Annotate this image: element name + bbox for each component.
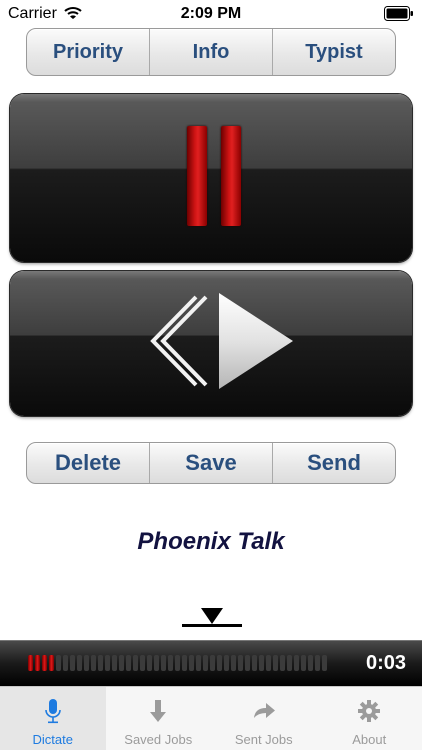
meter-segment — [294, 655, 299, 671]
meter-segment — [77, 655, 82, 671]
recording-meter: 0:03 — [0, 640, 422, 686]
save-button[interactable]: Save — [150, 443, 273, 483]
tab-label: Saved Jobs — [124, 732, 193, 747]
meter-segment — [175, 655, 180, 671]
meter-segment — [98, 655, 103, 671]
gear-icon — [358, 700, 381, 722]
bottom-segmented-control: Delete Save Send — [26, 442, 396, 484]
meter-segment — [119, 655, 124, 671]
meter-segment — [35, 655, 40, 671]
meter-segment — [70, 655, 75, 671]
download-arrow-icon — [150, 700, 167, 722]
meter-segment — [147, 655, 152, 671]
meter-segment — [210, 655, 215, 671]
pause-button[interactable] — [10, 94, 412, 262]
meter-segment — [182, 655, 187, 671]
tab-about[interactable]: About — [317, 687, 422, 750]
level-meter — [28, 655, 327, 671]
meter-segment — [252, 655, 257, 671]
status-bar: Carrier 2:09 PM — [0, 0, 422, 28]
meter-segment — [259, 655, 264, 671]
meter-segment — [140, 655, 145, 671]
meter-segment — [224, 655, 229, 671]
meter-segment — [28, 655, 33, 671]
meter-segment — [126, 655, 131, 671]
meter-segment — [133, 655, 138, 671]
tab-label: About — [352, 732, 387, 747]
meter-segment — [322, 655, 327, 671]
meter-segment — [84, 655, 89, 671]
tab-sent-jobs[interactable]: Sent Jobs — [211, 687, 317, 750]
info-button[interactable]: Info — [150, 29, 273, 75]
meter-segment — [189, 655, 194, 671]
meter-segment — [63, 655, 68, 671]
meter-segment — [154, 655, 159, 671]
typist-button[interactable]: Typist — [273, 29, 395, 75]
send-button[interactable]: Send — [273, 443, 395, 483]
meter-segment — [308, 655, 313, 671]
priority-button[interactable]: Priority — [27, 29, 150, 75]
rewind-play-icon — [150, 293, 293, 389]
meter-segment — [273, 655, 278, 671]
rewind-play-button[interactable] — [10, 271, 412, 416]
position-handle-icon[interactable] — [182, 606, 242, 630]
meter-segment — [280, 655, 285, 671]
meter-segment — [196, 655, 201, 671]
meter-segment — [203, 655, 208, 671]
tab-bar: Dictate Saved Jobs Sent Jobs About — [0, 686, 422, 750]
meter-segment — [266, 655, 271, 671]
meter-segment — [168, 655, 173, 671]
meter-segment — [105, 655, 110, 671]
battery-icon — [384, 6, 413, 21]
elapsed-time: 0:03 — [365, 652, 406, 674]
meter-segment — [91, 655, 96, 671]
meter-segment — [161, 655, 166, 671]
meter-segment — [42, 655, 47, 671]
status-time: 2:09 PM — [180, 5, 242, 22]
tab-label: Sent Jobs — [234, 732, 293, 747]
meter-segment — [245, 655, 250, 671]
meter-segment — [238, 655, 243, 671]
app-title: Phoenix Talk — [137, 528, 285, 555]
tab-label: Dictate — [32, 732, 73, 747]
delete-button[interactable]: Delete — [27, 443, 150, 483]
meter-segment — [315, 655, 320, 671]
meter-segment — [112, 655, 117, 671]
forward-arrow-icon — [253, 703, 275, 718]
meter-segment — [301, 655, 306, 671]
meter-segment — [287, 655, 292, 671]
meter-segment — [56, 655, 61, 671]
tab-dictate[interactable]: Dictate — [0, 687, 106, 750]
top-segmented-control: Priority Info Typist — [26, 28, 396, 76]
tab-saved-jobs[interactable]: Saved Jobs — [106, 687, 212, 750]
meter-segment — [49, 655, 54, 671]
microphone-icon — [44, 699, 61, 724]
meter-segment — [231, 655, 236, 671]
meter-segment — [217, 655, 222, 671]
